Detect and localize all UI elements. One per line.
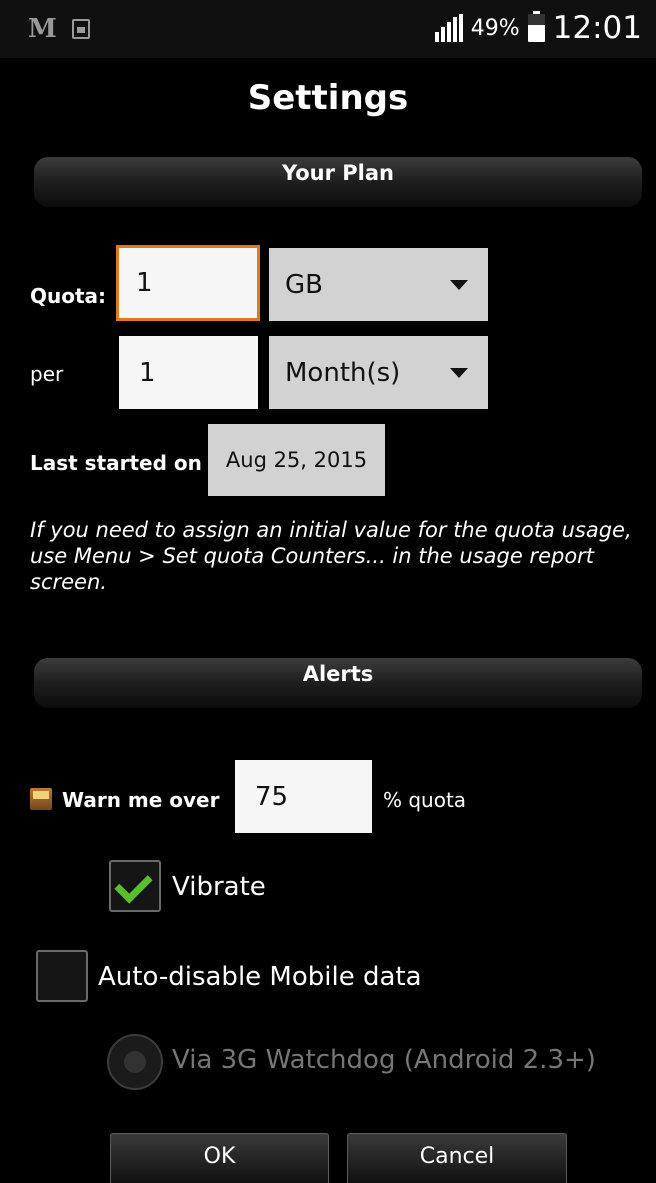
3g-watchdog-icon xyxy=(30,788,52,810)
period-input[interactable]: 1 xyxy=(119,336,258,409)
image-notification-icon xyxy=(71,19,90,39)
period-unit-value: Month(s) xyxy=(285,357,401,388)
auto-disable-label[interactable]: Auto-disable Mobile data xyxy=(98,962,422,992)
battery-icon xyxy=(527,11,545,42)
status-bar: M 49% 12:01 xyxy=(0,0,656,58)
watchdog-label: Via 3G Watchdog (Android 2.3+) xyxy=(172,1045,596,1075)
battery-percent: 49% xyxy=(470,15,520,41)
auto-disable-checkbox[interactable] xyxy=(36,950,88,1002)
warn-threshold-input[interactable]: 75 xyxy=(235,760,372,833)
clock: 12:01 xyxy=(552,10,642,46)
page-title: Settings xyxy=(247,78,409,118)
quota-unit-dropdown[interactable]: GB xyxy=(269,248,488,321)
quota-help-note: If you need to assign an initial value f… xyxy=(30,518,632,594)
per-label: per xyxy=(30,362,64,386)
vibrate-label[interactable]: Vibrate xyxy=(172,872,266,902)
warn-suffix-label: % quota xyxy=(383,788,467,812)
watchdog-radio[interactable] xyxy=(107,1034,163,1090)
section-title-alerts: Alerts xyxy=(302,662,374,686)
dropdown-arrow-icon xyxy=(450,279,468,290)
last-started-label: Last started on xyxy=(30,451,202,475)
m-app-icon: M xyxy=(28,14,57,44)
checkmark-icon xyxy=(114,865,153,904)
vibrate-checkbox[interactable] xyxy=(109,860,161,912)
section-header-alerts: Alerts xyxy=(34,658,642,708)
cancel-button[interactable]: Cancel xyxy=(347,1133,567,1183)
signal-icon xyxy=(434,14,463,42)
last-started-date-button[interactable]: Aug 25, 2015 xyxy=(208,424,385,496)
ok-button[interactable]: OK xyxy=(110,1133,329,1183)
quota-unit-value: GB xyxy=(285,269,323,300)
dropdown-arrow-icon xyxy=(450,367,468,378)
section-title-your-plan: Your Plan xyxy=(281,161,395,185)
quota-label: Quota: xyxy=(30,284,107,308)
section-header-your-plan: Your Plan xyxy=(34,157,642,207)
period-unit-dropdown[interactable]: Month(s) xyxy=(269,336,488,409)
warn-label: Warn me over xyxy=(62,788,220,812)
quota-input[interactable]: 1 xyxy=(116,245,260,321)
